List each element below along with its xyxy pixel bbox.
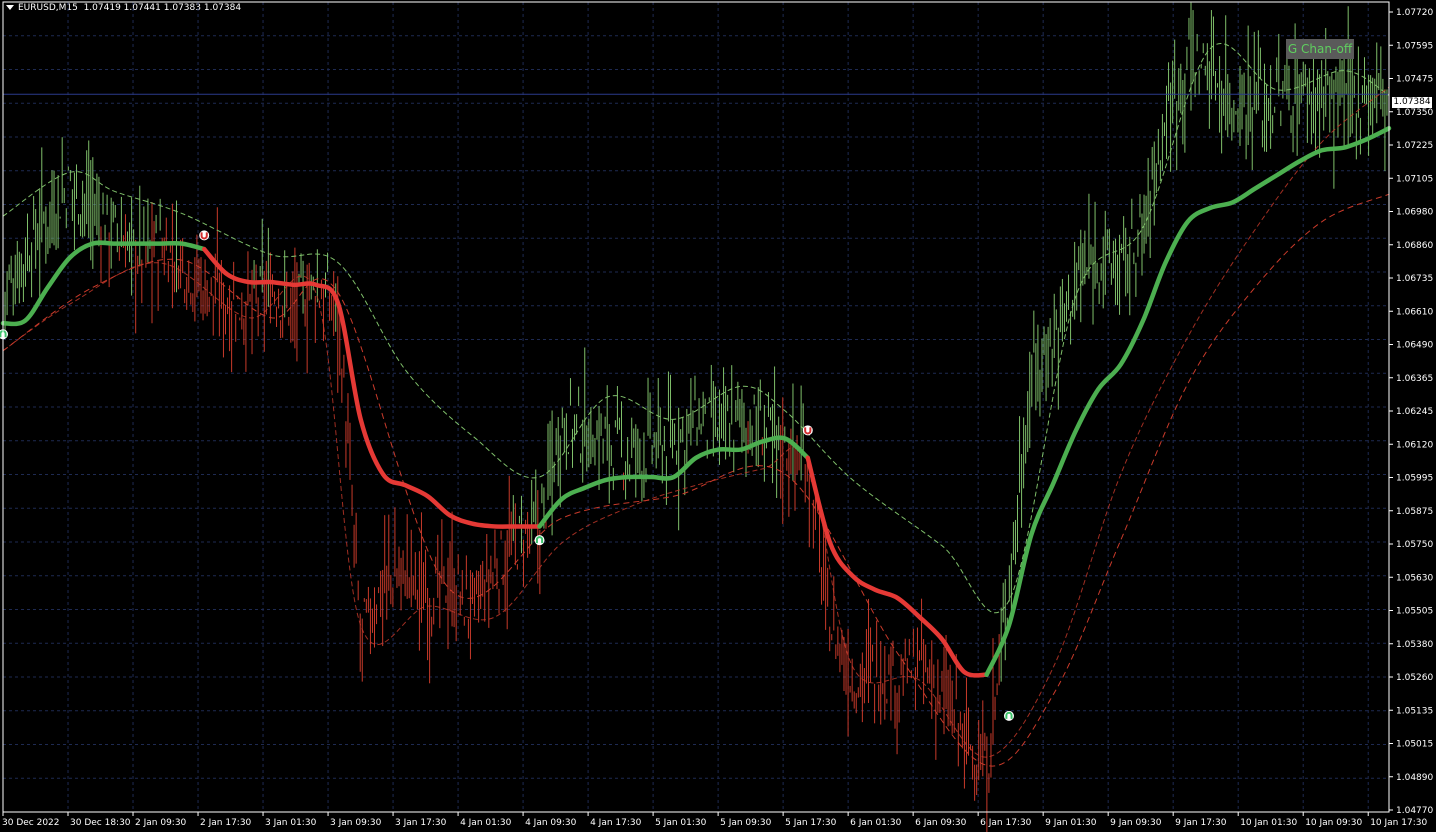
- y-tick-label: 1.04890: [1396, 773, 1433, 783]
- y-tick-label: 1.05750: [1396, 540, 1433, 550]
- upper-band-line: [2, 43, 1390, 614]
- x-tick-label: 5 Jan 17:30: [785, 818, 837, 828]
- y-tick-label: 1.07350: [1396, 108, 1433, 118]
- y-tick-label: 1.05875: [1396, 507, 1433, 517]
- y-tick-label: 1.05260: [1396, 673, 1433, 683]
- x-tick-label: 6 Jan 09:30: [915, 818, 967, 828]
- x-tick-label: 4 Jan 17:30: [590, 818, 642, 828]
- lower-band-line: [2, 86, 1390, 758]
- y-tick-label: 1.06980: [1396, 208, 1433, 218]
- main-trend-line: [201, 246, 542, 529]
- chart-grid: [2, 1, 1389, 813]
- x-tick-label: 10 Jan 01:30: [1240, 818, 1297, 828]
- y-tick-label: 1.04770: [1396, 806, 1433, 816]
- x-tick-label: 30 Dec 18:30: [70, 818, 131, 828]
- y-tick-label: 1.06860: [1396, 241, 1433, 251]
- y-tick-label: 1.05505: [1396, 607, 1433, 617]
- x-tick-label: 30 Dec 2022: [2, 818, 60, 828]
- current-price-label: 1.07384: [1392, 97, 1432, 108]
- y-tick-label: 1.07475: [1396, 75, 1433, 85]
- x-tick-label: 10 Jan 17:30: [1370, 818, 1427, 828]
- x-tick-label: 5 Jan 09:30: [720, 818, 772, 828]
- y-tick-label: 1.06735: [1396, 274, 1433, 284]
- x-tick-label: 3 Jan 09:30: [330, 818, 382, 828]
- y-tick-label: 1.06610: [1396, 307, 1433, 317]
- y-tick-label: 1.05995: [1396, 474, 1433, 484]
- price-axis: 1.07720 1.07595 1.07475 1.07350 1.07225 1.071…: [1389, 8, 1433, 816]
- y-tick-label: 1.07225: [1396, 141, 1433, 151]
- price-chart[interactable]: 1.07720 1.07595 1.07475 1.07350 1.07225 1.071…: [0, 0, 1436, 832]
- x-tick-label: 6 Jan 01:30: [850, 818, 902, 828]
- x-tick-label: 2 Jan 17:30: [200, 818, 252, 828]
- x-tick-label: 5 Jan 01:30: [655, 818, 707, 828]
- y-tick-label: 1.05630: [1396, 573, 1433, 583]
- indicator-label: G Chan-off: [1286, 39, 1354, 59]
- x-tick-label: 4 Jan 09:30: [525, 818, 577, 828]
- indicator-lines: [0, 43, 1392, 767]
- x-tick-label: 3 Jan 01:30: [265, 818, 317, 828]
- x-tick-label: 9 Jan 17:30: [1175, 818, 1227, 828]
- time-axis: 30 Dec 2022 30 Dec 18:30 2 Jan 09:30 2 Jan …: [2, 812, 1427, 828]
- y-tick-label: 1.06490: [1396, 341, 1433, 351]
- y-tick-label: 1.05135: [1396, 706, 1433, 716]
- main-trend-line: [537, 435, 811, 529]
- main-trend-line: [984, 126, 1392, 677]
- x-tick-label: 10 Jan 09:30: [1305, 818, 1362, 828]
- y-tick-label: 1.07720: [1396, 8, 1433, 18]
- y-tick-label: 1.07105: [1396, 174, 1433, 184]
- x-tick-label: 9 Jan 09:30: [1110, 818, 1162, 828]
- y-tick-label: 1.05015: [1396, 740, 1433, 750]
- price-bars: [2, 2, 1390, 832]
- x-tick-label: 9 Jan 01:30: [1045, 818, 1097, 828]
- y-tick-label: 1.06120: [1396, 440, 1433, 450]
- y-tick-label: 1.05380: [1396, 640, 1433, 650]
- y-tick-label: 1.06365: [1396, 374, 1433, 384]
- x-tick-label: 3 Jan 17:30: [395, 818, 447, 828]
- x-tick-label: 2 Jan 09:30: [135, 818, 187, 828]
- y-tick-label: 1.06245: [1396, 407, 1433, 417]
- y-tick-label: 1.07595: [1396, 41, 1433, 51]
- x-tick-label: 4 Jan 01:30: [460, 818, 512, 828]
- x-tick-label: 6 Jan 17:30: [980, 818, 1032, 828]
